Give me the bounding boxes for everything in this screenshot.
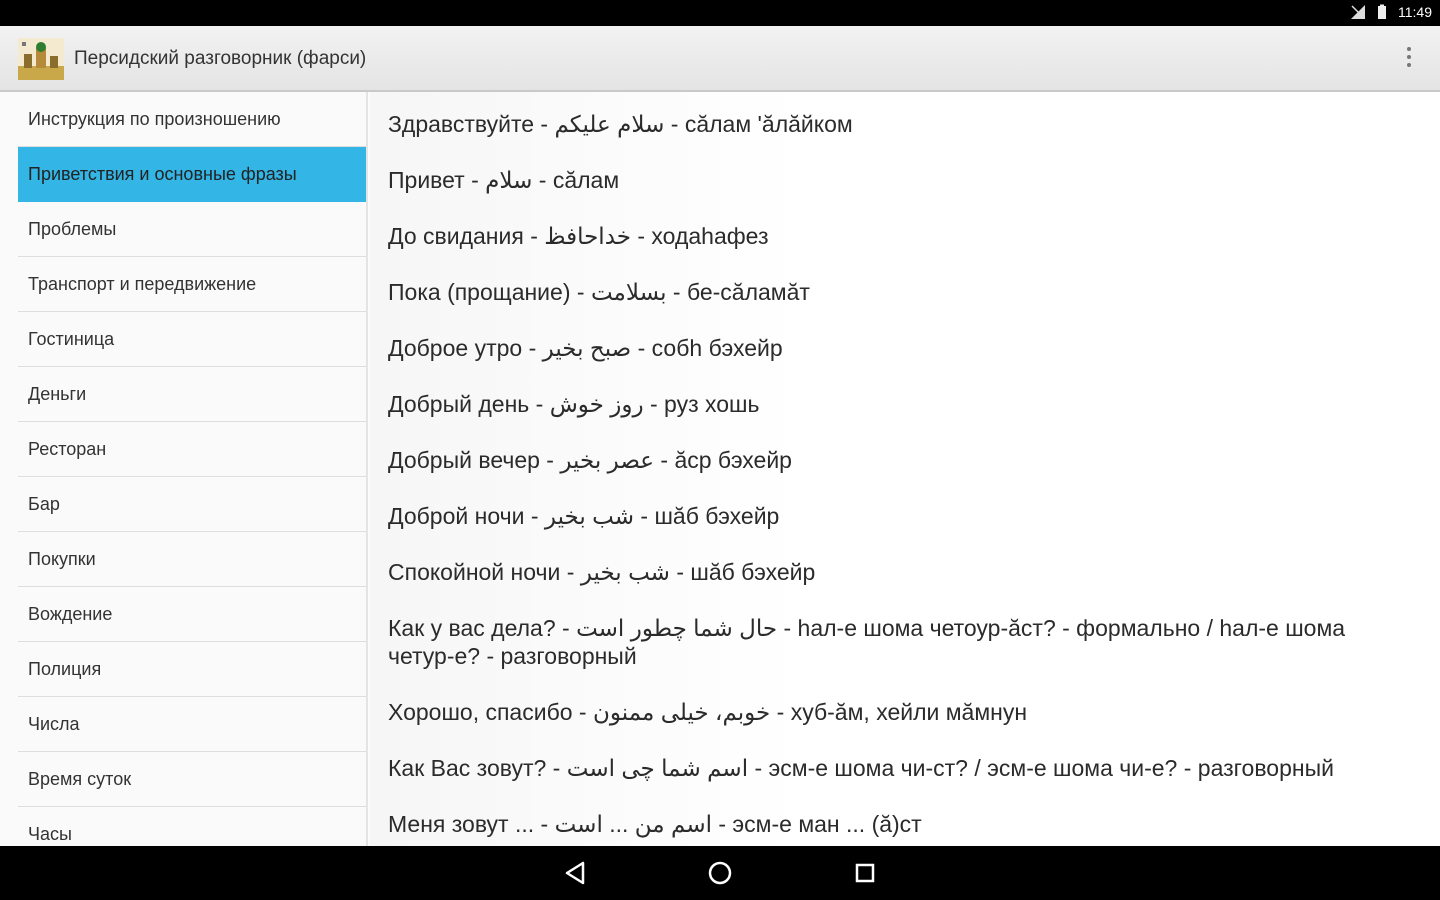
phrase-item[interactable]: Добрый день - روز خوش - руз хошь: [388, 390, 1440, 418]
sidebar-item-pronunciation[interactable]: Инструкция по произношению: [18, 92, 366, 147]
sidebar-item-transport[interactable]: Транспорт и передвижение: [18, 257, 366, 312]
category-sidebar: Инструкция по произношению Приветствия и…: [0, 92, 368, 846]
phrase-item[interactable]: Хорошо, спасибо - خوبم، خیلی ممنون - хуб…: [388, 698, 1440, 726]
sidebar-item-numbers[interactable]: Числа: [18, 697, 366, 752]
phrase-item[interactable]: Как Вас зовут? - اسم شما چی است - эсм-е …: [388, 754, 1440, 782]
navigation-bar: [0, 846, 1440, 900]
sidebar-item-money[interactable]: Деньги: [18, 367, 366, 422]
phrase-item[interactable]: Меня зовут ... - اسم من ... است - эсм-е …: [388, 810, 1440, 838]
sidebar-item-greetings[interactable]: Приветствия и основные фразы: [18, 147, 366, 202]
sidebar-item-time-of-day[interactable]: Время суток: [18, 752, 366, 807]
phrase-item[interactable]: Спокойной ночи - شب بخیر - шӑб бэхейр: [388, 558, 1440, 586]
sidebar-item-clock[interactable]: Часы: [18, 807, 366, 846]
phrase-item[interactable]: Добрый вечер - عصر بخیر - ӑср бэхейр: [388, 446, 1440, 474]
app-title: Персидский разговорник (фарси): [74, 48, 367, 69]
phrase-list[interactable]: Здравствуйте - سلام علیکم - сӑлам 'ӑлӑйк…: [370, 92, 1440, 846]
status-indicators: 11:49: [1350, 4, 1432, 20]
overflow-menu-icon[interactable]: [1404, 44, 1414, 74]
sidebar-item-restaurant[interactable]: Ресторан: [18, 422, 366, 477]
sidebar-item-hotel[interactable]: Гостиница: [18, 312, 366, 367]
home-icon[interactable]: [705, 858, 735, 888]
back-icon[interactable]: [561, 858, 591, 888]
phrase-item[interactable]: Как у вас дела? - حال شما چطور است - һал…: [388, 614, 1440, 670]
sidebar-item-police[interactable]: Полиция: [18, 642, 366, 697]
status-time: 11:49: [1398, 4, 1432, 20]
sidebar-item-driving[interactable]: Вождение: [18, 587, 366, 642]
recents-icon[interactable]: [850, 858, 880, 888]
status-bar: 11:49: [0, 0, 1440, 26]
signal-icon: [1351, 5, 1365, 19]
phrase-item[interactable]: Доброе утро - صبح بخیر - собһ бэхейр: [388, 334, 1440, 362]
sidebar-item-problems[interactable]: Проблемы: [18, 202, 366, 257]
sidebar-item-bar[interactable]: Бар: [18, 477, 366, 532]
app-logo-icon[interactable]: [18, 38, 64, 80]
phrase-item[interactable]: До свидания - خداحافظ - ходаһафез: [388, 222, 1440, 250]
phrase-item[interactable]: Привет - سلام - сӑлам: [388, 166, 1440, 194]
phrase-item[interactable]: Доброй ночи - شب بخیر - шӑб бэхейр: [388, 502, 1440, 530]
sidebar-item-shopping[interactable]: Покупки: [18, 532, 366, 587]
phrase-item[interactable]: Здравствуйте - سلام علیکم - сӑлам 'ӑлӑйк…: [388, 110, 1440, 138]
battery-icon: [1378, 4, 1386, 19]
phrase-item[interactable]: Пока (прощание) - بسلامت - бе-сӑламӑт: [388, 278, 1440, 306]
content-area: Инструкция по произношению Приветствия и…: [0, 92, 1440, 846]
app-bar: Персидский разговорник (фарси): [0, 26, 1440, 92]
